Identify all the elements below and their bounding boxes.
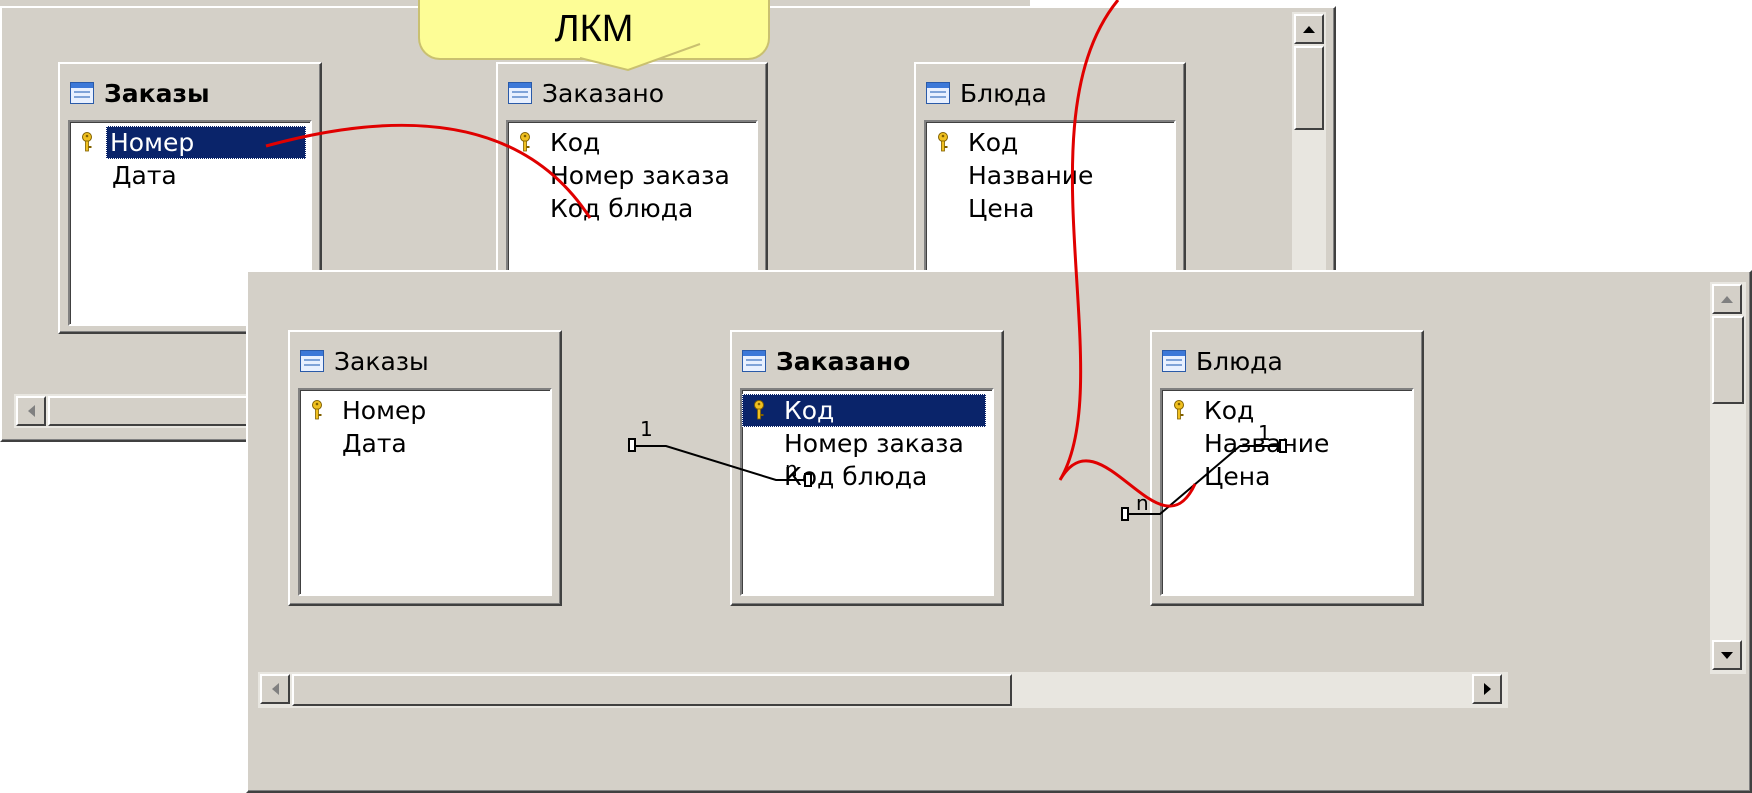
scroll-thumb[interactable] (1712, 316, 1744, 404)
table-title: Блюда (1196, 346, 1283, 376)
scroll-thumb[interactable] (292, 674, 1012, 706)
field-row[interactable]: Дата (300, 427, 550, 460)
scroll-thumb[interactable] (48, 396, 248, 426)
table-title-bar[interactable]: Заказано (508, 78, 664, 108)
field-list[interactable]: Код Номер заказа Код блюда (740, 388, 994, 596)
field-name[interactable]: Код (550, 128, 600, 157)
arrow-up-icon[interactable] (1294, 14, 1324, 44)
key-icon (312, 400, 322, 420)
field-name[interactable]: Название (1204, 429, 1329, 458)
table-title: Заказано (776, 346, 911, 376)
field-name[interactable]: Номер заказа (784, 429, 964, 458)
field-row[interactable]: Код блюда (742, 460, 992, 493)
field-row[interactable]: Код (926, 126, 1174, 159)
field-row[interactable]: Название (926, 159, 1174, 192)
arrow-down-icon[interactable] (1712, 640, 1742, 670)
field-name[interactable]: Дата (112, 161, 177, 190)
horizontal-scrollbar[interactable] (14, 394, 254, 428)
field-list[interactable]: Номер Дата (298, 388, 552, 596)
key-icon (520, 132, 530, 152)
field-name[interactable]: Номер (342, 396, 426, 425)
field-row[interactable]: Дата (70, 159, 310, 192)
table-icon (508, 82, 532, 104)
table-title: Заказы (104, 78, 210, 108)
field-row[interactable]: Номер (300, 394, 550, 427)
field-row[interactable]: Цена (1162, 460, 1412, 493)
field-name[interactable]: Код блюда (784, 462, 927, 491)
field-name[interactable]: Цена (968, 194, 1034, 223)
field-row[interactable]: Номер заказа (742, 427, 992, 460)
field-name[interactable]: Название (968, 161, 1093, 190)
field-row[interactable]: Название (1162, 427, 1412, 460)
table-title: Заказы (334, 346, 429, 376)
table-box-ordered[interactable]: Заказано Код Номер заказа Код блюда (730, 330, 1004, 606)
table-box-orders[interactable]: Заказы Номер Дата (288, 330, 562, 606)
table-icon (70, 82, 94, 104)
field-row[interactable]: Код (508, 126, 756, 159)
relationships-window-front: Заказы Номер Дата Заказано Код Номер зак… (246, 270, 1752, 793)
horizontal-scrollbar[interactable] (258, 672, 1508, 708)
selection-highlight (742, 394, 986, 427)
field-row[interactable]: Номер (70, 126, 310, 159)
key-icon (1174, 400, 1184, 420)
table-title-bar[interactable]: Заказы (300, 346, 429, 376)
arrow-up-icon[interactable] (1712, 284, 1742, 314)
table-title-bar[interactable]: Блюда (1162, 346, 1283, 376)
vertical-scrollbar[interactable] (1292, 12, 1326, 292)
scroll-thumb[interactable] (1294, 46, 1324, 130)
table-title-bar[interactable]: Блюда (926, 78, 1047, 108)
table-icon (1162, 350, 1186, 372)
field-name[interactable]: Дата (342, 429, 407, 458)
table-title-bar[interactable]: Заказано (742, 346, 910, 376)
field-name[interactable]: Код блюда (550, 194, 693, 223)
table-box-dishes[interactable]: Блюда Код Название Цена (914, 62, 1186, 320)
table-icon (742, 350, 766, 372)
key-icon (82, 132, 92, 152)
table-icon (300, 350, 324, 372)
key-icon (754, 400, 764, 420)
field-row[interactable]: Цена (926, 192, 1174, 225)
field-name[interactable]: Код (1204, 396, 1254, 425)
table-title: Блюда (960, 78, 1047, 108)
table-title-bar[interactable]: Заказы (70, 78, 210, 108)
callout-label: ЛКМ (554, 7, 634, 50)
field-row[interactable]: Код (1162, 394, 1412, 427)
field-row[interactable]: Код (742, 394, 992, 427)
field-name-selected[interactable]: Номер (106, 126, 306, 159)
arrow-right-icon[interactable] (1472, 674, 1502, 704)
vertical-scrollbar[interactable] (1710, 282, 1746, 674)
table-icon (926, 82, 950, 104)
field-name[interactable]: Цена (1204, 462, 1270, 491)
field-name[interactable]: Номер заказа (550, 161, 730, 190)
table-box-ordered[interactable]: Заказано Код Номер заказа Код блюда (496, 62, 768, 320)
table-title: Заказано (542, 78, 665, 108)
field-name-selected[interactable]: Код (784, 396, 834, 425)
field-row[interactable]: Номер заказа (508, 159, 756, 192)
field-name[interactable]: Код (968, 128, 1018, 157)
field-row[interactable]: Код блюда (508, 192, 756, 225)
field-list[interactable]: Код Название Цена (1160, 388, 1414, 596)
arrow-left-icon[interactable] (16, 396, 46, 426)
mouse-hint-callout: ЛКМ (418, 0, 770, 60)
arrow-left-icon[interactable] (260, 674, 290, 704)
table-box-dishes[interactable]: Блюда Код Название Цена (1150, 330, 1424, 606)
key-icon (938, 132, 948, 152)
